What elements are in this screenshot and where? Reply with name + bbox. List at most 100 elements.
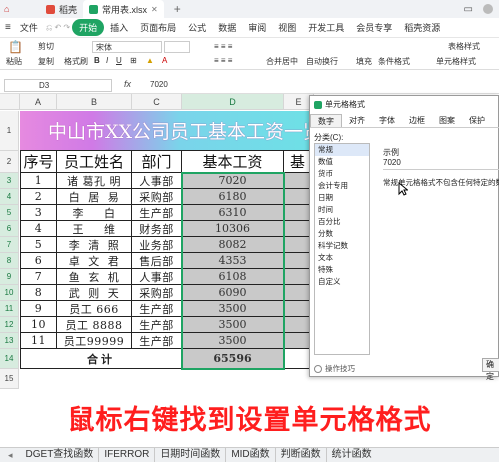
- category-item[interactable]: 百分比: [315, 216, 369, 228]
- cell-seq[interactable]: 1: [20, 173, 57, 189]
- menu-file[interactable]: 文件: [14, 21, 44, 34]
- align-icons-2[interactable]: ≡ ≡ ≡: [214, 56, 232, 65]
- menu-formulas[interactable]: 公式: [182, 21, 212, 34]
- cell-salary[interactable]: 7020: [182, 173, 284, 189]
- row-header[interactable]: 15: [0, 369, 19, 389]
- category-item[interactable]: 自定义: [315, 276, 369, 288]
- category-item[interactable]: 常规: [315, 144, 369, 156]
- tab-alignment[interactable]: 对齐: [342, 114, 372, 127]
- cell-seq[interactable]: 9: [20, 301, 57, 317]
- menu-review[interactable]: 审阅: [242, 21, 272, 34]
- row-header[interactable]: 14: [0, 349, 19, 369]
- row-header[interactable]: 4: [0, 189, 19, 205]
- cell-dept[interactable]: 售后部: [132, 253, 182, 269]
- cell-seq[interactable]: 3: [20, 205, 57, 221]
- wrap-text-button[interactable]: 自动换行: [306, 56, 338, 67]
- cell-seq[interactable]: 6: [20, 253, 57, 269]
- category-item[interactable]: 文本: [315, 252, 369, 264]
- dialog-title-bar[interactable]: 单元格格式: [310, 96, 498, 113]
- new-tab-icon[interactable]: +: [174, 2, 181, 16]
- paste-icon[interactable]: 📋: [8, 40, 23, 54]
- column-header-d[interactable]: D: [182, 94, 284, 110]
- sheet-tab[interactable]: MID函数: [226, 448, 276, 462]
- cell-seq[interactable]: 2: [20, 189, 57, 205]
- menu-page-layout[interactable]: 页面布局: [134, 21, 182, 34]
- row-header[interactable]: 1: [0, 111, 19, 151]
- sheet-tab[interactable]: 统计函数: [327, 448, 377, 462]
- cell-name[interactable]: 鱼 玄 机: [57, 269, 132, 285]
- row-header[interactable]: 12: [0, 317, 19, 333]
- cell-seq[interactable]: 5: [20, 237, 57, 253]
- fill-button[interactable]: 填充: [356, 56, 372, 67]
- select-all-corner[interactable]: [0, 94, 20, 110]
- category-item[interactable]: 科学记数: [315, 240, 369, 252]
- cell-name[interactable]: 李 清 照: [57, 237, 132, 253]
- cell-seq[interactable]: 7: [20, 269, 57, 285]
- tips-link[interactable]: 操作技巧: [314, 363, 355, 374]
- column-header-a[interactable]: A: [20, 94, 57, 110]
- merge-button[interactable]: 合并居中: [266, 56, 298, 67]
- fill-color-icon[interactable]: ▲: [146, 56, 154, 65]
- font-name-select[interactable]: 宋体: [92, 41, 162, 53]
- cell-salary[interactable]: 4353: [182, 253, 284, 269]
- border-icon[interactable]: ⊞: [130, 56, 137, 65]
- close-tab-icon[interactable]: ✕: [151, 5, 158, 14]
- cell-seq[interactable]: 4: [20, 221, 57, 237]
- category-item[interactable]: 时间: [315, 204, 369, 216]
- layout-icon[interactable]: ▭: [464, 4, 473, 15]
- row-header[interactable]: 10: [0, 285, 19, 301]
- header-dept[interactable]: 部门: [132, 151, 182, 173]
- column-header-c[interactable]: C: [132, 94, 182, 110]
- cell-name[interactable]: 白 居 易: [57, 189, 132, 205]
- row-header[interactable]: 11: [0, 301, 19, 317]
- underline-button[interactable]: U: [116, 56, 122, 65]
- total-value[interactable]: 65596: [182, 349, 284, 369]
- cell-name[interactable]: 诸 葛孔 明: [57, 173, 132, 189]
- menu-member[interactable]: 会员专享: [350, 21, 398, 34]
- cell-dept[interactable]: 生产部: [132, 301, 182, 317]
- cell-salary[interactable]: 3500: [182, 317, 284, 333]
- header-seq[interactable]: 序号: [20, 151, 57, 173]
- cell-salary[interactable]: 3500: [182, 301, 284, 317]
- copy-button[interactable]: 复制: [38, 56, 54, 67]
- cell-name[interactable]: 员工 666: [57, 301, 132, 317]
- cell-seq[interactable]: 11: [20, 333, 57, 349]
- cell-salary[interactable]: 6180: [182, 189, 284, 205]
- row-header[interactable]: 5: [0, 205, 19, 221]
- column-header-b[interactable]: B: [57, 94, 132, 110]
- format-painter-button[interactable]: 格式刷: [64, 56, 88, 67]
- menu-view[interactable]: 视图: [272, 21, 302, 34]
- table-style-button[interactable]: 表格样式: [448, 41, 480, 52]
- cell-dept[interactable]: 生产部: [132, 205, 182, 221]
- row-header[interactable]: 7: [0, 237, 19, 253]
- row-header[interactable]: 2: [0, 151, 19, 173]
- paste-button[interactable]: 粘贴: [6, 56, 22, 67]
- row-header[interactable]: 6: [0, 221, 19, 237]
- cell-name[interactable]: 武 则 天: [57, 285, 132, 301]
- cell-name[interactable]: 卓 文 君: [57, 253, 132, 269]
- cell-dept[interactable]: 采购部: [132, 189, 182, 205]
- total-label[interactable]: 合计: [20, 349, 182, 369]
- menu-insert[interactable]: 插入: [104, 21, 134, 34]
- fx-icon[interactable]: fx: [124, 79, 131, 89]
- category-item[interactable]: 分数: [315, 228, 369, 240]
- cell-dept[interactable]: 人事部: [132, 269, 182, 285]
- tab-font[interactable]: 字体: [372, 114, 402, 127]
- cell-dept[interactable]: 生产部: [132, 317, 182, 333]
- sheet-tab[interactable]: 判断函数: [276, 448, 327, 462]
- cell-name[interactable]: 李 白: [57, 205, 132, 221]
- cell-dept[interactable]: 人事部: [132, 173, 182, 189]
- sheet-tab[interactable]: DGET查找函数: [21, 448, 100, 462]
- cell-name[interactable]: 员工 8888: [57, 317, 132, 333]
- cell-salary[interactable]: 6108: [182, 269, 284, 285]
- tab-protection[interactable]: 保护: [462, 114, 492, 127]
- row-header[interactable]: 9: [0, 269, 19, 285]
- cell-name[interactable]: 王 维: [57, 221, 132, 237]
- row-header[interactable]: 13: [0, 333, 19, 349]
- category-item[interactable]: 会计专用: [315, 180, 369, 192]
- cond-format-button[interactable]: 条件格式: [378, 56, 410, 67]
- cell-dept[interactable]: 财务部: [132, 221, 182, 237]
- font-size-select[interactable]: [164, 41, 190, 53]
- category-item[interactable]: 特殊: [315, 264, 369, 276]
- sheet-nav-icon[interactable]: ◂: [0, 450, 21, 461]
